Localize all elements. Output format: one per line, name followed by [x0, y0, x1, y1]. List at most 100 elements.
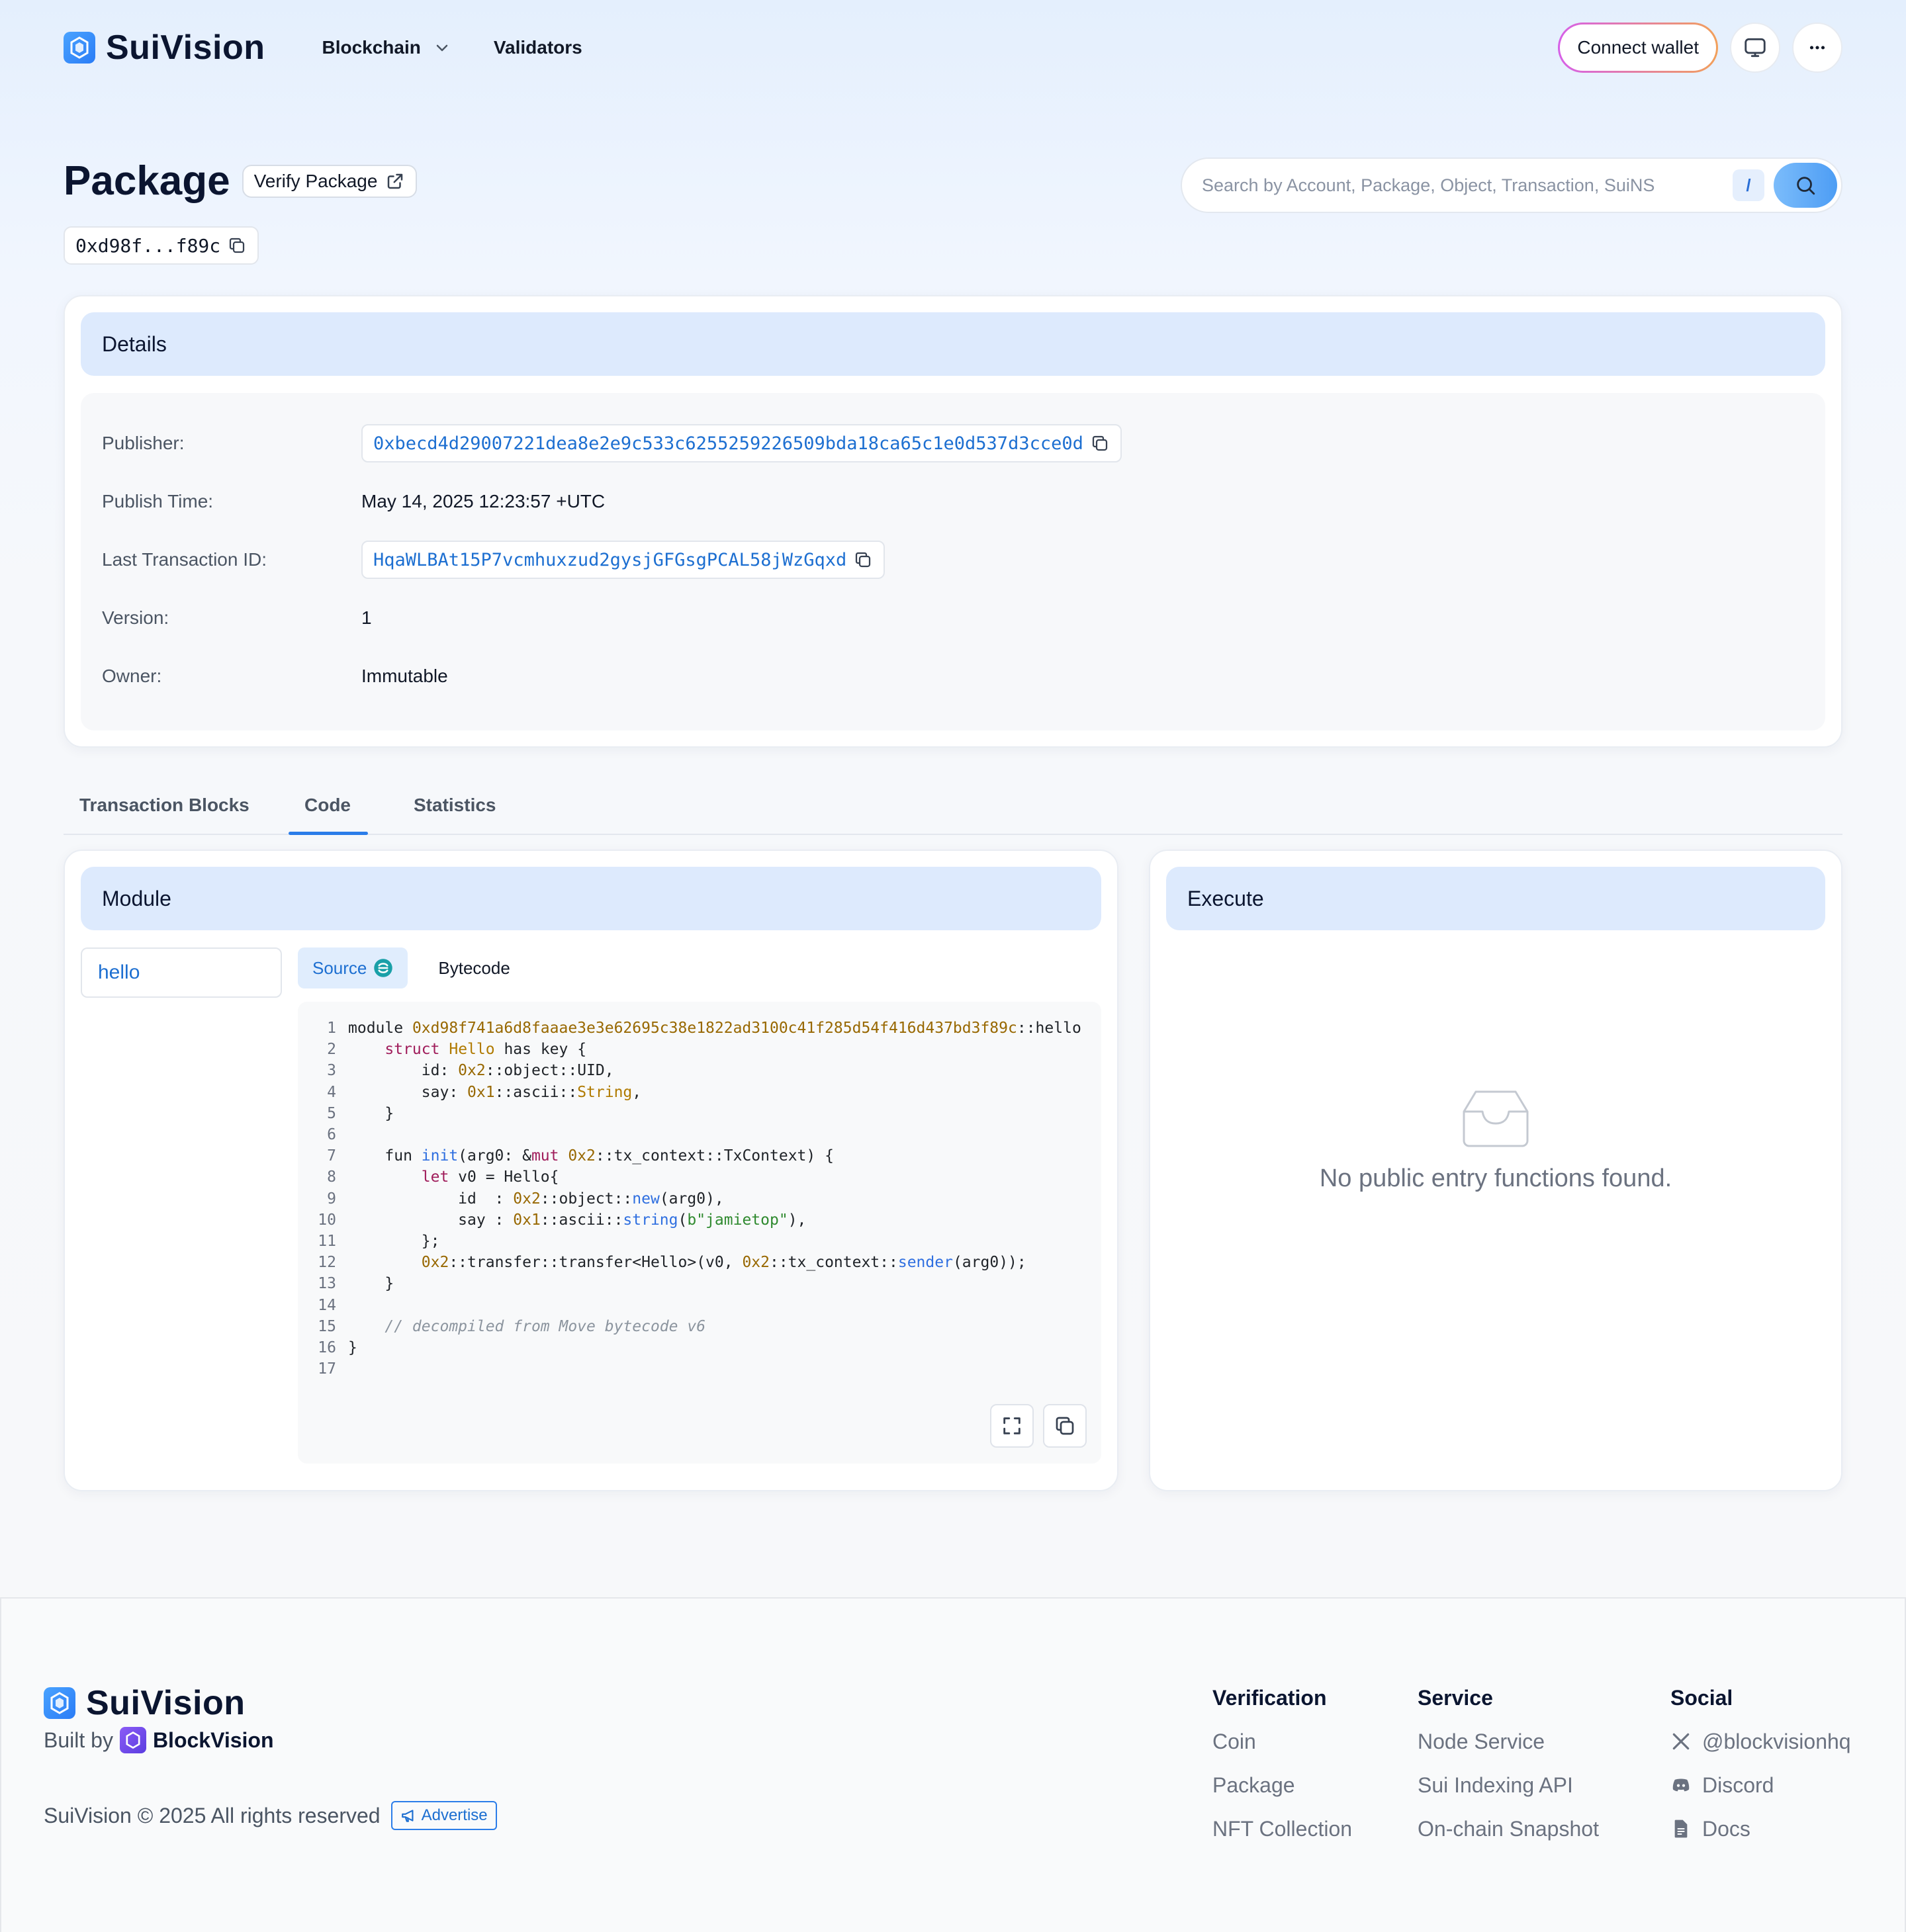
publisher-address-text[interactable]: 0xbecd4d29007221dea8e2e9c533c62552592265…	[373, 433, 1083, 454]
code-line: 4 say: 0x1::ascii::String,	[298, 1082, 1101, 1103]
line-number: 3	[327, 1062, 336, 1080]
code-lines: 1 module 0xd98f741a6d8faaae3e3e62695c38e1…	[298, 1018, 1101, 1380]
search-button[interactable]	[1774, 163, 1837, 208]
megaphone-icon	[401, 1810, 414, 1822]
footer-logo[interactable]: SuiVision	[44, 1683, 245, 1723]
package-tabs: Transaction Blocks Code Statistics	[64, 775, 1842, 835]
module-heading: Module	[81, 867, 1101, 930]
built-by-label: Built by	[44, 1728, 113, 1752]
tab-code[interactable]: Code	[304, 775, 351, 835]
empty-inbox-icon	[1463, 1090, 1529, 1147]
active-tab-indicator	[289, 832, 368, 835]
connect-wallet-button[interactable]: Connect wallet	[1558, 22, 1718, 73]
copy-icon	[1056, 1417, 1074, 1435]
footer-link-package[interactable]: Package	[1212, 1772, 1352, 1798]
search-input[interactable]	[1202, 175, 1733, 196]
detail-row-publish-time: Publish Time: May 14, 2025 12:23:57 +UTC	[102, 482, 1804, 521]
nav-blockchain[interactable]: Blockchain	[322, 37, 449, 58]
copy-icon[interactable]	[227, 236, 247, 255]
line-number: 13	[318, 1275, 336, 1293]
copy-icon[interactable]	[1090, 433, 1110, 453]
footer-link-discord[interactable]: Discord	[1670, 1772, 1851, 1798]
blockvision-name[interactable]: BlockVision	[153, 1728, 274, 1753]
top-header: SuiVision Blockchain Validators Connect …	[64, 22, 1842, 73]
code-line: 8 let v0 = Hello{	[298, 1166, 1101, 1188]
footer-link-sui-indexing-api[interactable]: Sui Indexing API	[1418, 1772, 1599, 1798]
line-number: 17	[318, 1360, 336, 1378]
footer-column-title: Service	[1418, 1685, 1493, 1710]
line-content: }	[348, 1275, 394, 1293]
code-line: 17	[298, 1358, 1101, 1380]
tab-statistics[interactable]: Statistics	[414, 775, 496, 835]
advertise-button[interactable]: Advertise	[390, 1801, 497, 1830]
footer-column-service: Service Node Service Sui Indexing API On…	[1418, 1685, 1599, 1842]
verify-package-button[interactable]: Verify Package	[242, 164, 418, 198]
line-number: 2	[327, 1041, 336, 1059]
footer-link-x-label: @blockvisionhq	[1702, 1729, 1851, 1753]
footer-link-x[interactable]: @blockvisionhq	[1670, 1728, 1851, 1755]
module-item-hello[interactable]: hello	[81, 947, 282, 998]
code-line: 10 say : 0x1::ascii::string(b"jamietop")…	[298, 1209, 1101, 1231]
search-bar: /	[1181, 157, 1842, 213]
version-value: 1	[361, 607, 372, 628]
verify-package-label: Verify Package	[253, 170, 378, 191]
theme-toggle-button[interactable]	[1730, 22, 1780, 73]
line-number: 10	[318, 1211, 336, 1229]
details-body: Publisher: 0xbecd4d29007221dea8e2e9c533c…	[81, 393, 1825, 730]
footer-link-discord-label: Discord	[1702, 1773, 1774, 1797]
tab-source[interactable]: Source	[298, 947, 408, 988]
blockvision-logo-icon	[119, 1727, 146, 1753]
footer-link-nft-collection[interactable]: NFT Collection	[1212, 1816, 1352, 1842]
fullscreen-button[interactable]	[990, 1404, 1034, 1448]
line-content: 0x2::transfer::transfer<Hello>(v0, 0x2::…	[421, 1254, 1026, 1272]
built-by: Built by BlockVision	[44, 1727, 274, 1753]
footer-link-onchain-snapshot[interactable]: On-chain Snapshot	[1418, 1816, 1599, 1842]
execute-heading: Execute	[1166, 867, 1825, 930]
line-number: 1	[327, 1020, 336, 1037]
line-number: 5	[327, 1104, 336, 1122]
details-heading: Details	[81, 312, 1825, 376]
package-address-text: 0xd98f...f89c	[75, 234, 221, 257]
detail-row-owner: Owner: Immutable	[102, 656, 1804, 696]
last-transaction-id-text[interactable]: HqaWLBAt15P7vcmhuxzud2gysjGFGsgPCAL58jWz…	[373, 550, 846, 570]
fullscreen-icon	[1003, 1417, 1021, 1434]
tab-transaction-blocks[interactable]: Transaction Blocks	[79, 775, 250, 835]
footer-link-coin[interactable]: Coin	[1212, 1728, 1352, 1755]
suivision-logo-icon	[44, 1687, 75, 1719]
line-content: struct Hello has key {	[385, 1041, 587, 1059]
nav-blockchain-label: Blockchain	[322, 37, 421, 58]
detail-label: Version:	[102, 607, 169, 628]
line-number: 4	[327, 1083, 336, 1101]
footer-link-docs[interactable]: Docs	[1670, 1816, 1851, 1842]
code-viewer: 1 module 0xd98f741a6d8faaae3e3e62695c38e1…	[298, 1002, 1101, 1464]
code-actions	[990, 1404, 1087, 1448]
tab-bytecode[interactable]: Bytecode	[424, 947, 524, 988]
line-content	[336, 1124, 357, 1145]
package-address: 0xd98f...f89c	[64, 226, 259, 265]
line-content: id: 0x2::object::UID,	[348, 1062, 614, 1080]
code-line: 3 id: 0x2::object::UID,	[298, 1060, 1101, 1081]
code-line: 1 module 0xd98f741a6d8faaae3e3e62695c38e1…	[298, 1018, 1101, 1039]
owner-value: Immutable	[361, 666, 448, 686]
nav-validators[interactable]: Validators	[494, 37, 582, 58]
publisher-address[interactable]: 0xbecd4d29007221dea8e2e9c533c62552592265…	[361, 424, 1122, 462]
suivision-logo[interactable]: SuiVision	[64, 28, 265, 67]
copy-icon[interactable]	[853, 550, 873, 570]
code-line: 5 }	[298, 1103, 1101, 1124]
footer-logo-text: SuiVision	[86, 1684, 246, 1722]
advertise-label: Advertise	[421, 1806, 488, 1824]
footer-link-node-service[interactable]: Node Service	[1418, 1728, 1599, 1755]
copy-code-button[interactable]	[1043, 1404, 1087, 1448]
last-transaction-id[interactable]: HqaWLBAt15P7vcmhuxzud2gysjGFGsgPCAL58jWz…	[361, 541, 885, 579]
monitor-icon	[1745, 38, 1766, 58]
discord-icon	[1672, 1778, 1690, 1792]
external-link-icon	[388, 173, 403, 189]
line-content: // decompiled from Move bytecode v6	[348, 1317, 706, 1335]
empty-state-message: No public entry functions found.	[1319, 1164, 1672, 1192]
line-content: id : 0x2::object::new(arg0),	[348, 1190, 724, 1208]
line-number: 14	[318, 1296, 336, 1314]
footer: SuiVision Built by BlockVision SuiVision…	[0, 1597, 1906, 1932]
chevron-down-icon	[436, 44, 448, 52]
x-twitter-icon	[1672, 1733, 1690, 1750]
more-menu-button[interactable]	[1792, 22, 1842, 73]
